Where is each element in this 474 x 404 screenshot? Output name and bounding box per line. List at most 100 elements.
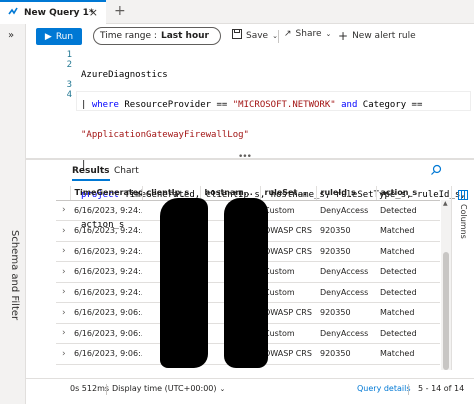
row-expand-chevron-icon[interactable]: ›	[56, 302, 70, 324]
cell-timegenerated: 6/16/2023, 9:24:...	[70, 261, 142, 283]
column-header-timegenerated[interactable]: TimeGenerated [UTC]	[70, 186, 143, 201]
row-expand-chevron-icon[interactable]: ›	[56, 282, 70, 303]
drag-handle-icon[interactable]: •••	[238, 152, 252, 162]
row-expand-chevron-icon[interactable]: ›	[56, 364, 70, 370]
time-range-button[interactable]: Time range : Last hour	[93, 27, 221, 45]
column-header-ruleid[interactable]: ruleId_s	[316, 186, 377, 201]
run-button[interactable]: ▶ Run	[36, 28, 82, 45]
new-tab-plus-icon[interactable]: +	[114, 3, 126, 19]
cell-timegenerated: 6/16/2023, 9:24:...	[70, 220, 142, 242]
row-expand-chevron-icon[interactable]: ›	[56, 220, 70, 242]
query-tab-strip: New Query 1* × +	[0, 0, 474, 24]
row-expand-chevron-icon[interactable]: ›	[56, 241, 70, 262]
new-alert-label: New alert rule	[352, 31, 416, 41]
kql-file-icon	[8, 7, 18, 20]
cell-ruleid: 920350	[316, 220, 376, 242]
query-toolbar: ▶ Run Time range : Last hour Save ⌄ ↗ Sh…	[26, 24, 474, 48]
save-button[interactable]: Save ⌄	[232, 29, 278, 42]
cell-ruleid: DenyAccess	[316, 200, 376, 221]
cell-action: Detected	[376, 200, 440, 221]
cell-action: Detected	[376, 282, 440, 303]
code-token: ResourceProvider ==	[118, 100, 233, 110]
status-bar: 0s 512ms Display time (UTC+00:00) ⌄ Quer…	[26, 378, 474, 398]
query-details-link[interactable]: Query details	[357, 384, 411, 393]
code-keyword: and	[335, 100, 358, 110]
new-alert-rule-button[interactable]: + New alert rule	[338, 29, 416, 43]
chevron-down-icon: ⌄	[325, 30, 332, 38]
cell-action: Matched	[376, 241, 440, 262]
play-icon: ▶	[44, 31, 52, 42]
code-token: AzureDiagnostics	[81, 70, 168, 80]
display-time-selector[interactable]: Display time (UTC+00:00) ⌄	[112, 384, 225, 393]
column-header-ruleset[interactable]: ruleSet...	[260, 186, 317, 201]
column-header-expand	[56, 186, 71, 201]
cell-ruleid: 920350	[316, 241, 376, 262]
cell-ruleset: OWASP CRS	[260, 343, 316, 365]
toolbar-divider	[278, 30, 279, 43]
save-label: Save	[246, 30, 269, 41]
cell-ruleid: DenyAccess	[316, 261, 376, 283]
cell-timegenerated: 6/16/2023, 9:06:...	[70, 323, 142, 344]
cell-action: Detected	[376, 261, 440, 283]
row-expand-chevron-icon[interactable]: ›	[56, 261, 70, 283]
row-expand-chevron-icon[interactable]: ›	[56, 200, 70, 221]
plus-icon: +	[338, 29, 349, 43]
results-scrollbar[interactable]: ▲	[441, 200, 451, 370]
columns-label[interactable]: Columns	[459, 204, 468, 239]
code-token: |	[81, 100, 92, 110]
query-tab-title: New Query 1*	[24, 8, 94, 18]
cell-ruleset: Custom	[260, 282, 316, 303]
run-label: Run	[55, 31, 74, 42]
scroll-up-arrow-icon[interactable]: ▲	[443, 200, 448, 207]
code-string: "ApplicationGatewayFirewallLog"	[81, 130, 249, 140]
row-count: 5 - 14 of 14	[418, 384, 465, 393]
cell-action: Matched	[376, 220, 440, 242]
cell-timegenerated: 6/16/2023, 9:24:...	[70, 282, 142, 303]
query-editor[interactable]: 1 2 3 4 AzureDiagnostics | where Resourc…	[56, 48, 474, 230]
tab-chart[interactable]: Chart	[114, 166, 139, 176]
time-range-value: Last hour	[160, 31, 209, 41]
code-string: "MICROSOFT.NETWORK"	[232, 100, 336, 110]
redaction-mark	[160, 198, 208, 368]
schema-filter-rail[interactable]: » Schema and Filter	[0, 24, 26, 404]
status-divider	[408, 384, 409, 395]
save-icon	[232, 29, 242, 42]
share-label: Share	[295, 29, 322, 39]
schema-filter-label[interactable]: Schema and Filter	[9, 230, 20, 320]
time-range-label: Time range :	[100, 31, 157, 41]
share-icon: ↗	[284, 29, 292, 39]
close-tab-icon[interactable]: ×	[89, 6, 98, 19]
row-expand-chevron-icon[interactable]: ›	[56, 343, 70, 365]
columns-panel[interactable]: Columns	[451, 186, 474, 370]
cell-ruleid: 920350	[316, 343, 376, 365]
cell-ruleset: Custom	[260, 323, 316, 344]
share-button[interactable]: ↗ Share ⌄	[284, 29, 331, 39]
line-number	[56, 70, 72, 80]
cell-timegenerated: 6/16/2023, 9:06:...	[70, 364, 142, 370]
expand-chevron-icon[interactable]: »	[8, 30, 14, 41]
column-header-action[interactable]: action_s	[376, 186, 440, 201]
line-number-gutter: 1 2 3 4	[56, 50, 72, 100]
cell-ruleid: DenyAccess	[316, 323, 376, 344]
results-tab-bar: Results Chart	[26, 162, 474, 184]
cell-ruleset: OWASP CRS	[260, 302, 316, 324]
columns-icon	[458, 190, 468, 203]
row-expand-chevron-icon[interactable]: ›	[56, 323, 70, 344]
cell-ruleid: DenyAccess	[316, 282, 376, 303]
cell-action: Matched	[376, 364, 440, 370]
code-keyword: where	[91, 100, 119, 110]
cell-action: Matched	[376, 343, 440, 365]
cell-ruleset: Custom	[260, 200, 316, 221]
cell-ruleset: OWASP CRS	[260, 220, 316, 242]
tab-results[interactable]: Results	[72, 166, 110, 181]
cell-ruleid: 920350	[316, 364, 376, 370]
search-icon[interactable]	[430, 164, 442, 179]
cell-timegenerated: 6/16/2023, 9:06:...	[70, 302, 142, 324]
query-tab[interactable]: New Query 1* ×	[0, 0, 106, 24]
scrollbar-thumb[interactable]	[443, 252, 449, 370]
code-token: Category ==	[357, 100, 423, 110]
cell-ruleid: 920350	[316, 302, 376, 324]
chevron-down-icon: ⌄	[219, 384, 226, 393]
cell-ruleset: Custom	[260, 261, 316, 283]
cell-action: Matched	[376, 302, 440, 324]
